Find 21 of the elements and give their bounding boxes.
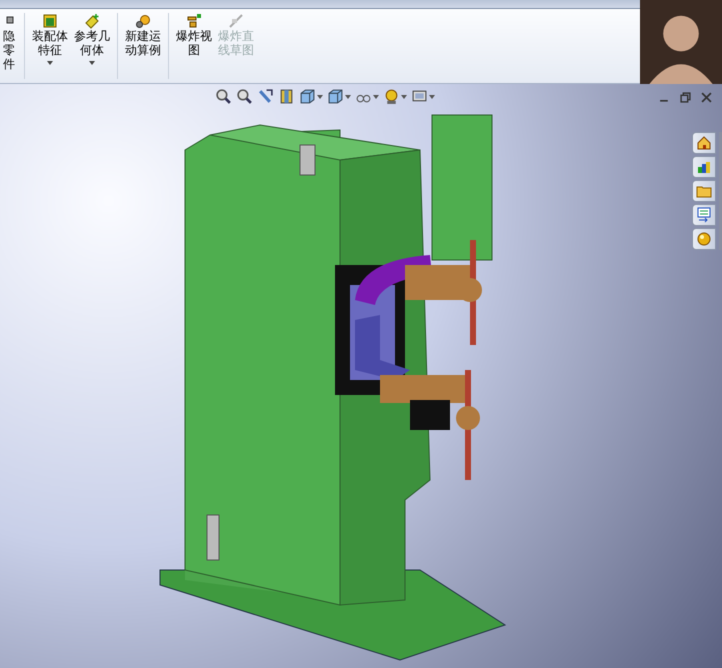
cube-icon[interactable] [327,88,344,105]
sphere-icon [696,231,712,247]
cube-icon[interactable] [299,88,316,105]
ribbon-button[interactable]: 参考几 何体 [72,9,112,68]
explode-icon [186,13,202,29]
ribbon-button[interactable]: 爆炸视 图 [174,9,214,57]
ribbon-button[interactable]: 装配体 特征 [30,9,70,68]
task-pane-tab[interactable] [692,228,716,250]
lightbulb-icon[interactable] [383,88,400,105]
task-pane-tab[interactable] [692,180,716,202]
form-icon [696,207,712,223]
close-icon[interactable] [701,92,712,103]
task-pane-tab[interactable] [692,156,716,178]
house-icon [696,135,712,151]
restore-icon[interactable] [680,92,691,103]
ribbon-button[interactable]: 新建运 动算例 [123,9,163,57]
explode-line-icon [228,13,244,29]
task-pane-tab[interactable] [692,132,716,154]
bar-chart-icon [696,159,712,175]
task-pane-tab[interactable] [692,204,716,226]
ribbon-button[interactable]: 隐 零 件 [0,9,19,71]
